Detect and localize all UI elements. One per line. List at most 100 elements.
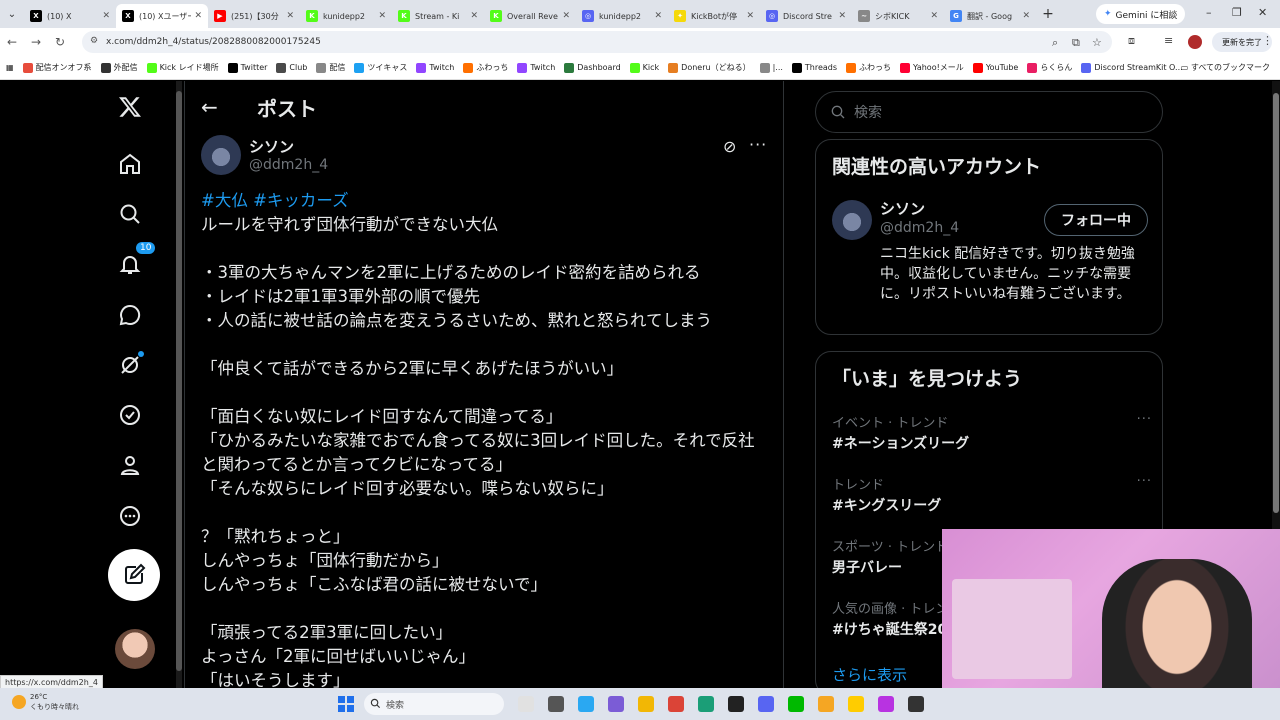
- author-avatar[interactable]: [201, 135, 241, 175]
- back-arrow-icon[interactable]: ←: [201, 95, 241, 119]
- tab-close-icon[interactable]: ✕: [838, 11, 846, 21]
- bookmark-item[interactable]: 外配信: [100, 62, 138, 73]
- site-info-icon[interactable]: ⚙: [90, 36, 98, 46]
- gemini-button[interactable]: ✦ Gemini に相談: [1096, 4, 1186, 24]
- bookmark-item[interactable]: Dashboard: [564, 62, 621, 73]
- bookmark-item[interactable]: ふわっち: [846, 62, 891, 73]
- bookmark-item[interactable]: ツイキャス: [354, 62, 407, 73]
- bookmark-item[interactable]: らくらん: [1027, 62, 1072, 73]
- maximize-icon[interactable]: ❐: [1232, 6, 1242, 19]
- tab-close-icon[interactable]: ✕: [1022, 11, 1030, 21]
- browser-tab[interactable]: ◎ kunidepp2 ✕: [576, 4, 668, 28]
- trend-more-icon[interactable]: ···: [1137, 412, 1152, 427]
- author-handle[interactable]: @ddm2h_4: [249, 157, 328, 173]
- tab-close-icon[interactable]: ✕: [286, 11, 294, 21]
- bookmark-item[interactable]: Yahoo!メール: [900, 62, 964, 73]
- teams-icon[interactable]: [608, 696, 624, 712]
- extensions-icon[interactable]: ⧈: [1128, 34, 1135, 48]
- bookmark-item[interactable]: Kick レイド場所: [146, 62, 219, 73]
- widgets-icon[interactable]: [518, 696, 534, 712]
- app-icon[interactable]: [878, 696, 894, 712]
- install-icon[interactable]: ⧉: [1072, 36, 1080, 50]
- bookmark-item[interactable]: YouTube: [972, 62, 1018, 73]
- following-button[interactable]: フォロー中: [1044, 204, 1148, 236]
- bookmark-item[interactable]: Twitch: [416, 62, 454, 73]
- post-hashtags[interactable]: #大仏 #キッカーズ: [201, 191, 349, 210]
- grok-explain-icon[interactable]: ⊘: [723, 137, 743, 157]
- bookmark-item[interactable]: Club: [276, 62, 307, 73]
- search-box[interactable]: 検索: [815, 91, 1163, 133]
- bookmark-item[interactable]: Discord StreamKit O...: [1081, 62, 1183, 73]
- messages-icon[interactable]: [116, 301, 144, 329]
- bookmark-item[interactable]: 配信: [316, 62, 345, 73]
- url-bar[interactable]: ⚙ x.com/ddm2h_4/status/20828800820001752…: [82, 31, 1112, 53]
- show-more-link[interactable]: さらに表示: [832, 664, 907, 685]
- tab-close-icon[interactable]: ✕: [194, 11, 202, 21]
- all-bookmarks-link[interactable]: ▭ すべてのブックマーク: [1181, 62, 1270, 73]
- steam-icon[interactable]: [728, 696, 744, 712]
- home-icon[interactable]: [116, 150, 144, 178]
- bookmark-item[interactable]: Twitter: [227, 62, 267, 73]
- forward-icon[interactable]: →: [24, 35, 48, 49]
- related-handle[interactable]: @ddm2h_4: [880, 220, 959, 236]
- trend-item[interactable]: トレンド #キングスリーグ ···: [832, 474, 1152, 515]
- bookmark-item[interactable]: Kick: [629, 62, 659, 73]
- terminal-icon[interactable]: [908, 696, 924, 712]
- bookmark-item[interactable]: 配信オンオフ系: [22, 62, 92, 73]
- chrome-icon[interactable]: [668, 696, 684, 712]
- browser-profile-avatar[interactable]: [1188, 35, 1202, 49]
- browser-tab[interactable]: ~ シボKICK ✕: [852, 4, 944, 28]
- browser-menu-icon[interactable]: ⋮: [1262, 34, 1273, 47]
- taskbar-search[interactable]: 検索: [364, 693, 504, 715]
- browser-tab[interactable]: ▶ (251)【30分 ✕: [208, 4, 300, 28]
- profile-icon[interactable]: [116, 451, 144, 479]
- weather-widget[interactable]: 26°C くもり時々晴れ: [10, 692, 79, 712]
- verified-orgs-icon[interactable]: [116, 401, 144, 429]
- right-scroll-thumb[interactable]: [1273, 93, 1279, 513]
- author-name[interactable]: シソン: [249, 136, 294, 157]
- edge-icon[interactable]: [578, 696, 594, 712]
- bookmark-item[interactable]: |...: [759, 62, 783, 73]
- related-avatar[interactable]: [832, 200, 872, 240]
- tab-close-icon[interactable]: ✕: [470, 11, 478, 21]
- browser-tab[interactable]: K Stream - Ki ✕: [392, 4, 484, 28]
- discord-icon[interactable]: [758, 696, 774, 712]
- tab-search-icon[interactable]: ⌄: [0, 0, 24, 28]
- tab-close-icon[interactable]: ✕: [930, 11, 938, 21]
- apps-icon[interactable]: ▦: [6, 63, 14, 72]
- account-avatar[interactable]: [115, 629, 155, 669]
- browser-tab[interactable]: X (10) Xユーザー ✕: [116, 4, 208, 28]
- reload-icon[interactable]: ↻: [48, 35, 72, 49]
- bookmark-item[interactable]: Doneru（どねる）: [668, 62, 751, 73]
- compose-post-button[interactable]: [108, 549, 160, 601]
- start-icon[interactable]: [338, 696, 354, 712]
- folder-icon[interactable]: [638, 696, 654, 712]
- minimize-icon[interactable]: –: [1206, 6, 1212, 19]
- browser-tab[interactable]: ◎ Discord Stre ✕: [760, 4, 852, 28]
- explorer-icon[interactable]: [848, 696, 864, 712]
- tab-groups-icon[interactable]: ≡: [1164, 34, 1173, 47]
- related-name[interactable]: シソン: [880, 198, 925, 219]
- tab-close-icon[interactable]: ✕: [378, 11, 386, 21]
- file-explorer-icon[interactable]: [548, 696, 564, 712]
- browser-tab[interactable]: Kkunidepp2 ✕: [300, 4, 392, 28]
- line-icon[interactable]: [788, 696, 804, 712]
- left-scrollbar[interactable]: [176, 81, 182, 688]
- x-logo-icon[interactable]: [116, 93, 144, 121]
- grok-icon[interactable]: [116, 351, 144, 379]
- tab-close-icon[interactable]: ✕: [746, 11, 754, 21]
- copilot-icon[interactable]: [698, 696, 714, 712]
- post-more-icon[interactable]: ···: [749, 135, 767, 154]
- zoom-icon[interactable]: ⌕: [1052, 36, 1058, 50]
- bookmark-item[interactable]: ふわっち: [463, 62, 508, 73]
- obs-icon[interactable]: [818, 696, 834, 712]
- close-window-icon[interactable]: ✕: [1258, 6, 1267, 19]
- browser-tab[interactable]: ✦ KickBotが停 ✕: [668, 4, 760, 28]
- more-icon[interactable]: [116, 502, 144, 530]
- notifications-icon[interactable]: 10: [116, 242, 156, 278]
- left-scroll-thumb[interactable]: [176, 91, 182, 671]
- tab-close-icon[interactable]: ✕: [562, 11, 570, 21]
- browser-tab[interactable]: K Overall Reve ✕: [484, 4, 576, 28]
- explore-search-icon[interactable]: [116, 200, 144, 228]
- tab-close-icon[interactable]: ✕: [654, 11, 662, 21]
